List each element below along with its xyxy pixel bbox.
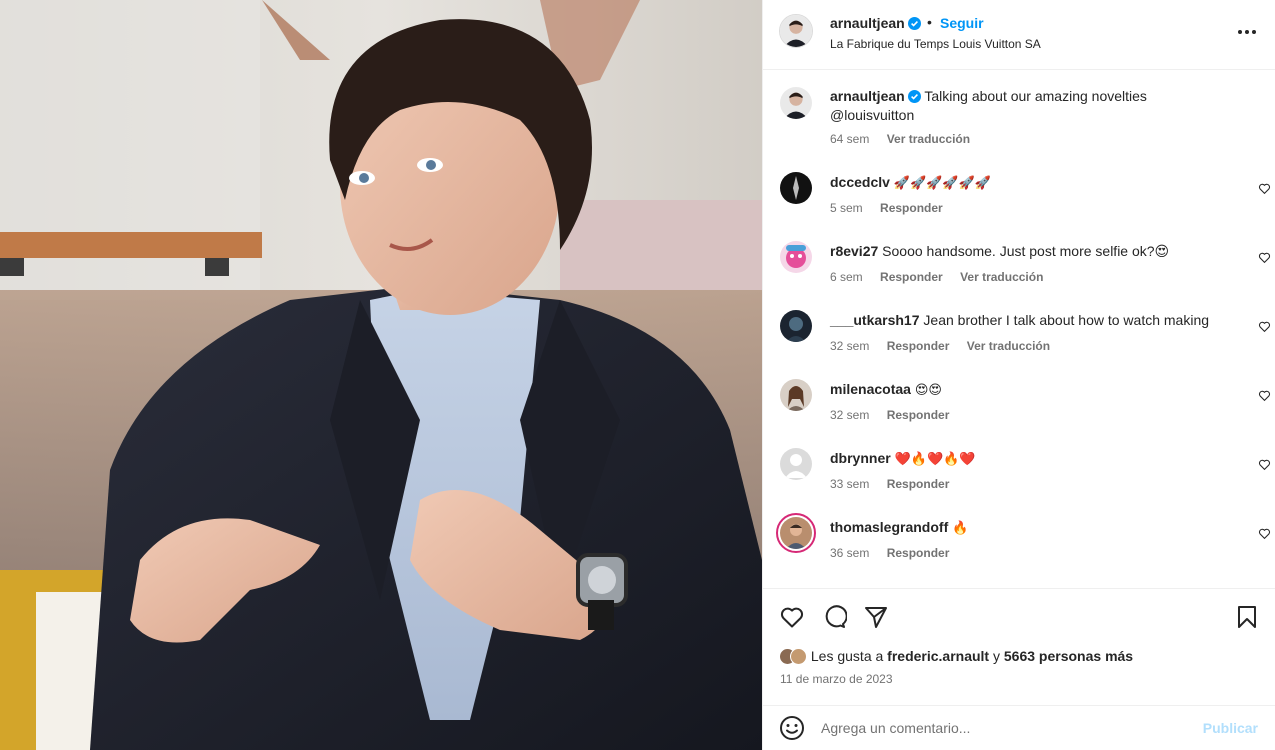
post-actions: Les gusta a frederic.arnault y 5663 pers…	[763, 588, 1275, 696]
comment-text: ___utkarsh17 Jean brother I talk about h…	[830, 311, 1230, 330]
comment-meta: 36 sem Responder	[830, 546, 963, 560]
comment-avatar[interactable]	[780, 379, 812, 411]
liker-avatar[interactable]	[790, 648, 807, 665]
comment-input[interactable]	[821, 717, 1201, 739]
comment-avatar[interactable]	[780, 310, 812, 342]
post-location[interactable]: La Fabrique du Temps Louis Vuitton SA	[830, 37, 1041, 51]
comment-meta: 33 sem Responder	[830, 477, 963, 491]
caption-translate-link[interactable]: Ver traducción	[887, 132, 970, 146]
comment-time[interactable]: 32 sem	[830, 408, 869, 422]
comment-time[interactable]: 6 sem	[830, 270, 863, 284]
comment-username[interactable]: milenacotaa	[830, 381, 911, 397]
header-separator: •	[927, 14, 932, 30]
caption-time[interactable]: 64 sem	[830, 132, 869, 146]
post-header: arnaultjean • Seguir La Fabrique du Temp…	[763, 0, 1275, 70]
comment-translate-link[interactable]: Ver traducción	[967, 339, 1050, 353]
publish-button[interactable]: Publicar	[1203, 720, 1258, 736]
comment-avatar[interactable]	[780, 241, 812, 273]
post-image	[0, 0, 762, 750]
comment-username[interactable]: r8evi27	[830, 243, 878, 259]
comment-text: dccedclv 🚀🚀🚀🚀🚀🚀	[830, 173, 1230, 193]
comment-avatar-story-ring[interactable]	[776, 513, 816, 553]
like-comment-heart-icon[interactable]	[1258, 389, 1271, 402]
comment-text: r8evi27 Soooo handsome. Just post more s…	[830, 242, 1230, 261]
like-comment-heart-icon[interactable]	[1258, 182, 1271, 195]
liker-username[interactable]: frederic.arnault	[887, 648, 989, 664]
reply-link[interactable]: Responder	[887, 546, 950, 560]
comment-body: Jean brother I talk about how to watch m…	[923, 312, 1210, 328]
post-date[interactable]: 11 de marzo de 2023	[780, 672, 893, 686]
emoji-smiley-icon[interactable]	[779, 715, 805, 741]
author-username-text[interactable]: arnaultjean	[830, 15, 905, 31]
comment-username[interactable]: dccedclv	[830, 174, 890, 190]
author-avatar[interactable]	[779, 14, 813, 48]
author-username[interactable]: arnaultjean	[830, 15, 921, 31]
comment-meta: 32 sem Responder Ver traducción	[830, 339, 1064, 353]
comment-meta: 32 sem Responder	[830, 408, 963, 422]
comment-avatar[interactable]	[780, 172, 812, 204]
comment-avatar[interactable]	[780, 448, 812, 480]
caption-username[interactable]: arnaultjean	[830, 88, 905, 104]
likes-summary[interactable]: Les gusta a frederic.arnault y 5663 pers…	[779, 648, 1133, 665]
caption-text: arnaultjean Talking about our amazing no…	[830, 87, 1160, 125]
likes-prefix: Les gusta a	[810, 648, 884, 664]
like-comment-heart-icon[interactable]	[1258, 458, 1271, 471]
comments-list[interactable]: arnaultjean Talking about our amazing no…	[763, 70, 1275, 588]
verified-badge-icon	[907, 90, 921, 103]
reply-link[interactable]: Responder	[880, 201, 943, 215]
add-comment-bar: Publicar	[763, 705, 1275, 750]
comment-translate-link[interactable]: Ver traducción	[960, 270, 1043, 284]
like-comment-heart-icon[interactable]	[1258, 527, 1271, 540]
reply-link[interactable]: Responder	[880, 270, 943, 284]
share-paper-plane-icon[interactable]	[863, 604, 889, 630]
comment-time[interactable]: 32 sem	[830, 339, 869, 353]
comment-body: Soooo handsome. Just post more selfie ok…	[882, 243, 1170, 259]
like-heart-icon[interactable]	[779, 604, 805, 630]
caption-meta: 64 sem Ver traducción	[830, 132, 984, 146]
comment-body: 🔥	[952, 521, 969, 536]
reply-link[interactable]: Responder	[887, 408, 950, 422]
comment-time[interactable]: 5 sem	[830, 201, 863, 215]
comment-text: dbrynner ❤️🔥❤️🔥❤️	[830, 449, 1230, 469]
comment-body: 🚀🚀🚀🚀🚀🚀	[893, 176, 991, 191]
comment-username[interactable]: ___utkarsh17	[830, 312, 920, 328]
post-photo[interactable]	[0, 0, 762, 750]
caption-avatar[interactable]	[780, 87, 812, 119]
comment-meta: 6 sem Responder Ver traducción	[830, 270, 1057, 284]
comment-text: thomaslegrandoff 🔥	[830, 518, 1230, 538]
reply-link[interactable]: Responder	[887, 477, 950, 491]
verified-badge-icon	[907, 17, 921, 30]
comment-meta: 5 sem Responder	[830, 201, 957, 215]
like-comment-heart-icon[interactable]	[1258, 320, 1271, 333]
follow-button[interactable]: Seguir	[940, 15, 984, 31]
likes-conjunction: y	[993, 648, 1000, 664]
save-bookmark-icon[interactable]	[1234, 604, 1260, 630]
comment-body: ❤️🔥❤️🔥❤️	[894, 452, 976, 467]
comment-time[interactable]: 33 sem	[830, 477, 869, 491]
comment-body: 😍😍	[914, 383, 942, 398]
comment-username[interactable]: dbrynner	[830, 450, 891, 466]
comment-bubble-icon[interactable]	[821, 604, 847, 630]
more-options-icon[interactable]	[1236, 22, 1258, 42]
post-side-panel: arnaultjean • Seguir La Fabrique du Temp…	[762, 0, 1275, 750]
comment-time[interactable]: 36 sem	[830, 546, 869, 560]
comment-text: milenacotaa 😍😍	[830, 380, 1230, 400]
comment-username[interactable]: thomaslegrandoff	[830, 519, 948, 535]
like-comment-heart-icon[interactable]	[1258, 251, 1271, 264]
reply-link[interactable]: Responder	[887, 339, 950, 353]
instagram-post: arnaultjean • Seguir La Fabrique du Temp…	[0, 0, 1275, 750]
likes-others-link[interactable]: 5663 personas más	[1004, 648, 1133, 664]
